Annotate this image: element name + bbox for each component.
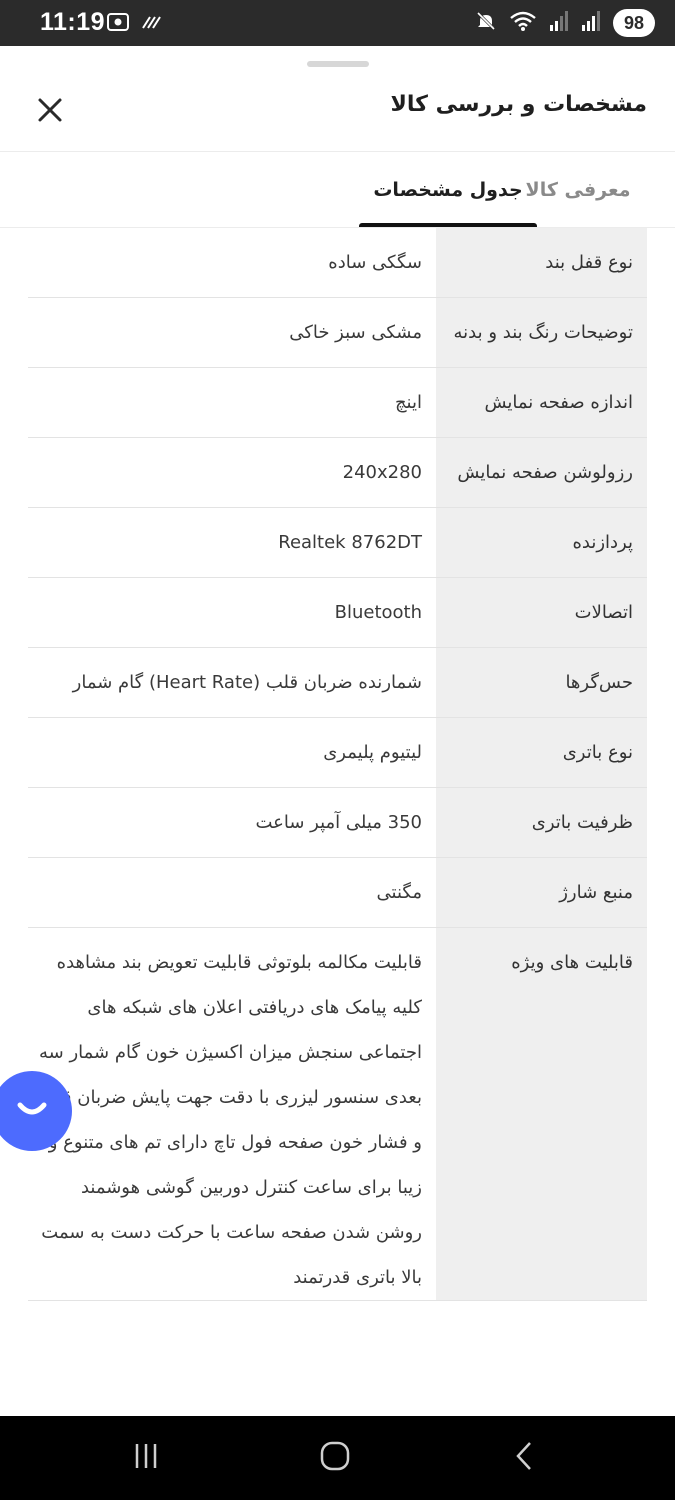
mute-icon xyxy=(475,10,497,36)
spec-value: مگنتی xyxy=(376,882,422,903)
spec-value: لیتیوم پلیمری xyxy=(323,742,422,763)
home-icon xyxy=(319,1440,351,1476)
spec-label: ظرفیت باتری xyxy=(436,788,647,857)
table-row: پردازنده Realtek 8762DT xyxy=(28,508,647,578)
signal-icon-2 xyxy=(581,10,601,36)
spec-sheet: مشخصات و بررسی کالا معرفی کالا جدول مشخص… xyxy=(0,46,675,1416)
nav-home-button[interactable] xyxy=(305,1436,365,1480)
table-row: منبع شارژ مگنتی xyxy=(28,858,647,928)
spec-value: مشکی سبز خاکی xyxy=(289,322,422,343)
nav-recents-button[interactable] xyxy=(116,1436,176,1480)
status-time: 11:19 xyxy=(40,8,106,36)
spec-label: منبع شارژ xyxy=(436,858,647,927)
spec-value: 350 میلی آمپر ساعت xyxy=(255,812,422,833)
spec-label: اتصالات xyxy=(436,578,647,647)
status-bar: 11:19 98 xyxy=(0,0,675,46)
data-saver-icon xyxy=(140,13,162,35)
spec-value: قابلیت مکالمه بلوتوثی قابلیت تعویض بند م… xyxy=(38,952,422,1288)
recents-icon xyxy=(131,1441,161,1475)
close-icon xyxy=(37,97,63,127)
tab-specs[interactable]: جدول مشخصات xyxy=(359,152,537,228)
wifi-icon xyxy=(509,10,537,36)
spec-label: رزولوشن صفحه نمایش xyxy=(436,438,647,507)
spec-value: 240x280 xyxy=(342,462,422,483)
close-button[interactable] xyxy=(30,92,70,132)
spec-label: توضیحات رنگ بند و بدنه xyxy=(436,298,647,367)
spec-label: نوع قفل بند xyxy=(436,228,647,297)
spec-table: نوع قفل بند سگکی ساده توضیحات رنگ بند و … xyxy=(28,228,647,1301)
back-icon xyxy=(512,1440,536,1476)
tab-specs-label: جدول مشخصات xyxy=(373,179,523,201)
spec-label: پردازنده xyxy=(436,508,647,577)
battery-indicator: 98 xyxy=(613,9,655,37)
spec-label: حس‌گرها xyxy=(436,648,647,717)
table-row: قابلیت های ویژه قابلیت مکالمه بلوتوثی قا… xyxy=(28,928,647,1301)
chat-icon xyxy=(12,1097,52,1125)
screenshot-icon xyxy=(106,12,130,36)
table-row: حس‌گرها شمارنده ضربان قلب (Heart Rate) گ… xyxy=(28,648,647,718)
spec-value: سگکی ساده xyxy=(328,252,422,273)
spec-value: Realtek 8762DT xyxy=(278,532,422,553)
table-row: رزولوشن صفحه نمایش 240x280 xyxy=(28,438,647,508)
nav-back-button[interactable] xyxy=(494,1436,554,1480)
sheet-header: مشخصات و بررسی کالا xyxy=(0,82,675,152)
table-row: نوع باتری لیتیوم پلیمری xyxy=(28,718,647,788)
spec-label: نوع باتری xyxy=(436,718,647,787)
tab-intro-label: معرفی کالا xyxy=(525,179,631,201)
spec-label: قابلیت های ویژه xyxy=(436,928,647,1300)
spec-label: اندازه صفحه نمایش xyxy=(436,368,647,437)
signal-icon-1 xyxy=(549,10,569,36)
table-row: اندازه صفحه نمایش اینچ xyxy=(28,368,647,438)
spec-value: شمارنده ضربان قلب (Heart Rate) گام شمار xyxy=(72,672,422,693)
spec-value: Bluetooth xyxy=(334,602,422,623)
sheet-title: مشخصات و بررسی کالا xyxy=(390,92,647,117)
tab-bar: معرفی کالا جدول مشخصات xyxy=(0,152,675,228)
navigation-bar xyxy=(0,1416,675,1500)
drag-handle[interactable] xyxy=(307,61,369,67)
table-row: اتصالات Bluetooth xyxy=(28,578,647,648)
table-row: نوع قفل بند سگکی ساده xyxy=(28,228,647,298)
table-row: ظرفیت باتری 350 میلی آمپر ساعت xyxy=(28,788,647,858)
spec-value: اینچ xyxy=(394,392,422,413)
table-row: توضیحات رنگ بند و بدنه مشکی سبز خاکی xyxy=(28,298,647,368)
